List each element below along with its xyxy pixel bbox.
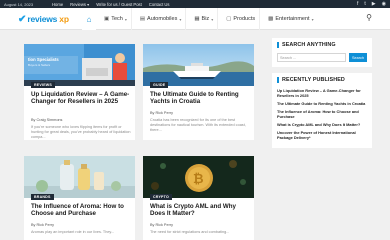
car-icon: ▤ [139,16,146,22]
chevron-down-icon: ▾ [124,16,127,22]
main-nav: ⌂ ▣ Tech ▾ ▤ Automobiles ▾ ▦ Biz ▾ ▢ Pro… [82,8,318,30]
logo-text: reviews [27,14,58,24]
post-thumbnail[interactable] [143,44,254,86]
category-badge[interactable]: CRYPTO [150,194,172,200]
post-author[interactable]: By Rick Perry [150,111,173,115]
post-card[interactable]: tion Specialists Buyers & Sellers REVIEW… [24,44,135,140]
search-icon[interactable]: ⚲ [366,13,372,22]
sidebar: SEARCH ANYTHING Search ... Search RECENT… [272,38,372,154]
svg-text:Buyers & Sellers: Buyers & Sellers [28,63,51,67]
recent-post-link[interactable]: The Ultimate Guide to Renting Yachts in … [277,101,367,106]
top-nav: Home Reviews ▾ Write for us / Guest Post… [52,2,170,7]
laptop-icon: ▣ [104,16,110,22]
top-nav-contact[interactable]: Contact Us [149,2,170,7]
nav-item-products[interactable]: ▢ Products [222,8,261,30]
logo-accent: xp [59,14,70,24]
nav-item-automobiles[interactable]: ▤ Automobiles ▾ [136,8,187,30]
chevron-down-icon: ▾ [211,16,214,22]
logo-mark-icon: ✔ [18,13,27,25]
nav-item-label: Products [233,16,256,22]
nav-item-label: Tech [111,16,123,22]
youtube-icon[interactable]: ▶ [372,0,376,8]
category-badge[interactable]: REVIEWS [31,82,55,88]
home-icon: ⌂ [86,14,92,24]
home-button[interactable]: ⌂ [82,8,96,30]
chevron-down-icon: ▾ [311,16,314,22]
top-nav-reviews[interactable]: Reviews ▾ [70,2,89,7]
svg-text:₿: ₿ [193,171,204,186]
post-title[interactable]: Up Liquidation Review – A Game-Changer f… [31,91,131,106]
category-badge[interactable]: BRANDS [31,194,54,200]
social-links: f t ▶ ◉ [357,0,386,8]
recent-post-link[interactable]: Uncover the Power of Honest Internationa… [277,130,367,140]
post-thumbnail[interactable]: ₿ [143,156,254,198]
search-input[interactable]: Search ... [277,53,346,62]
post-thumbnail[interactable]: tion Specialists Buyers & Sellers [24,44,135,86]
search-button[interactable]: Search [349,53,367,62]
twitter-icon[interactable]: t [364,0,365,8]
chevron-down-icon: ▾ [179,16,182,22]
facebook-icon[interactable]: f [357,0,358,8]
nav-item-biz[interactable]: ▦ Biz ▾ [190,8,219,30]
briefcase-icon: ▦ [194,16,200,22]
instagram-icon[interactable]: ◉ [382,0,386,8]
post-card[interactable]: GUIDE The Ultimate Guide to Renting Yach… [143,44,254,140]
recent-post-link[interactable]: Up Liquidation Review – A Game-Changer f… [277,88,367,98]
top-nav-write-for-us[interactable]: Write for us / Guest Post [96,2,142,7]
post-grid: tion Specialists Buyers & Sellers REVIEW… [24,44,254,240]
recent-post-link[interactable]: The Influence of Aroma: How to Choose an… [277,109,367,119]
search-widget: SEARCH ANYTHING Search ... Search [272,38,372,67]
post-thumbnail[interactable] [24,156,135,198]
nav-item-label: Automobiles [147,16,178,22]
current-date: August 14, 2023 [4,1,34,7]
post-title[interactable]: What is Crypto AML and Why Does It Matte… [150,203,250,218]
search-form: Search ... Search [277,53,367,62]
svg-text:tion Specialists: tion Specialists [28,57,59,62]
top-bar: August 14, 2023 Home Reviews ▾ Write for… [0,0,390,8]
post-card[interactable]: BRANDS The Influence of Aroma: How to Ch… [24,156,135,240]
box-icon: ▢ [226,16,232,22]
nav-item-tech[interactable]: ▣ Tech ▾ [100,8,132,30]
post-title[interactable]: The Ultimate Guide to Renting Yachts in … [150,91,250,106]
post-title[interactable]: The Influence of Aroma: How to Choose an… [31,203,131,218]
site-logo[interactable]: ✔ reviews xp [18,12,69,26]
recent-posts-widget: RECENTLY PUBLISHED Up Liquidation Review… [272,73,372,148]
tv-icon: ▩ [268,16,274,22]
post-author[interactable]: By Rick Perry [31,223,54,227]
top-nav-home[interactable]: Home [52,2,63,7]
site-header: ✔ reviews xp ⌂ ▣ Tech ▾ ▤ Automobiles ▾ … [0,8,390,30]
post-excerpt: If you're someone who loves flipping ite… [31,125,131,139]
post-author[interactable]: By Craig Simmons [31,118,62,122]
recent-post-link[interactable]: What is Crypto AML and Why Does It Matte… [277,122,367,127]
nav-item-label: Entertainment [275,16,310,22]
recent-posts-title: RECENTLY PUBLISHED [277,77,367,83]
search-widget-title: SEARCH ANYTHING [277,42,367,48]
category-badge[interactable]: GUIDE [150,82,169,88]
nav-item-label: Biz [201,16,210,22]
post-author[interactable]: By Rick Perry [150,223,173,227]
post-excerpt: Croatia has been recognized for its one … [150,118,246,132]
post-excerpt: Aromas play an important role in our liv… [31,230,115,234]
post-card[interactable]: ₿ CRYPTO What is Crypto AML and Why Does… [143,156,254,240]
post-excerpt: The need for strict regulations and comb… [150,230,230,234]
nav-item-entertainment[interactable]: ▩ Entertainment ▾ [264,8,317,30]
